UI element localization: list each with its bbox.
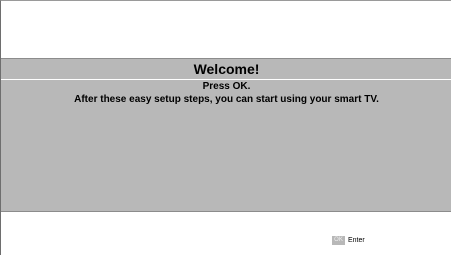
- enter-hint[interactable]: OK Enter: [332, 236, 365, 245]
- enter-label: Enter: [348, 237, 365, 244]
- setup-description: After these easy setup steps, you can st…: [74, 94, 379, 105]
- tv-setup-screen: Welcome! Press OK. After these easy setu…: [0, 0, 451, 255]
- press-ok-instruction: Press OK.: [202, 81, 251, 92]
- welcome-panel: Welcome! Press OK. After these easy setu…: [1, 58, 451, 212]
- welcome-title: Welcome!: [1, 59, 451, 80]
- ok-key-icon: OK: [332, 236, 345, 245]
